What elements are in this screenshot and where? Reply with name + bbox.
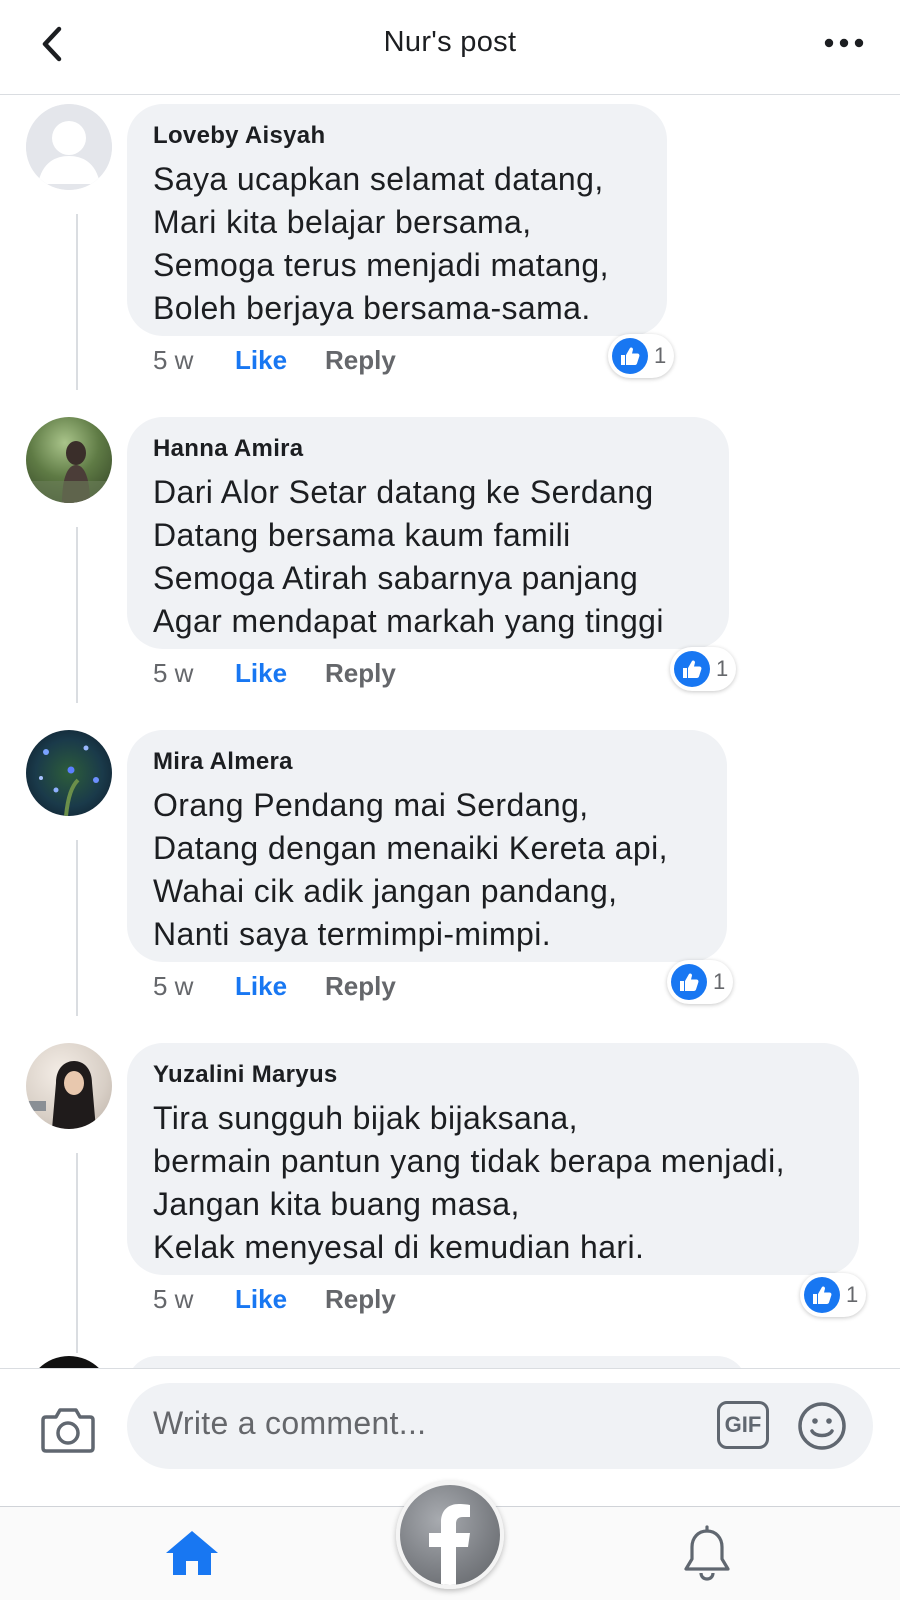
comment-text-line: Mari kita belajar bersama, [153,204,532,240]
user-photo-icon [26,441,112,503]
avatar[interactable] [26,417,112,503]
reaction-count: 1 [713,969,726,994]
comment-text-line: Jangan kita buang masa, [153,1186,520,1222]
comment-bubble[interactable]: Loveby Aisyah Saya ucapkan selamat datan… [127,104,667,336]
default-avatar-icon [26,104,112,190]
comment-actions: 5 w Like Reply [153,345,396,376]
comment-input-placeholder: Write a comment... [153,1405,427,1441]
comment-text-line: Boleh berjaya bersama-sama. [153,290,591,326]
comment-author[interactable]: Loveby Aisyah [153,122,641,150]
comment-item: Yuzalini Maryus Tira sungguh bijak bijak… [0,1043,900,1353]
comment-text-line: Agar mendapat markah yang tinggi [153,603,664,639]
thread-line [76,1153,78,1353]
comment-actions: 5 w Like Reply [153,971,396,1002]
gif-button[interactable]: GIF [717,1401,769,1449]
reaction-badge[interactable]: 1 [667,960,734,1004]
comment-bubble[interactable] [127,1356,747,1368]
comment-author[interactable]: Mira Almera [153,748,701,776]
thread-line [76,840,78,1016]
comment-actions: 5 w Like Reply [153,658,396,689]
nav-facebook-button[interactable] [396,1481,504,1589]
like-button[interactable]: Like [235,971,325,1002]
comment-author[interactable]: Hanna Amira [153,435,703,463]
reaction-count: 1 [654,343,667,368]
reply-button[interactable]: Reply [325,345,396,376]
thread-line [76,527,78,703]
comment-text-line: Datang bersama kaum famili [153,517,571,553]
comment-text-line: bermain pantun yang tidak berapa menjadi… [153,1143,785,1179]
like-button[interactable]: Like [235,345,325,376]
reaction-count: 1 [846,1282,859,1307]
reaction-badge[interactable]: 1 [800,1273,867,1317]
like-button[interactable]: Like [235,1284,325,1315]
gif-icon: GIF [724,1412,762,1437]
thumbs-up-icon [674,651,710,687]
comment-text-line: Dari Alor Setar datang ke Serdang [153,474,654,510]
top-bar: Nur's post [0,0,900,95]
reply-button[interactable]: Reply [325,1284,396,1315]
comment-time: 5 w [153,658,194,688]
user-photo-icon [26,1061,96,1129]
comment-text-line: Semoga terus menjadi matang, [153,247,609,283]
comment-author[interactable]: Yuzalini Maryus [153,1061,833,1089]
comment-time: 5 w [153,1284,194,1314]
more-dots-icon [824,38,864,48]
comment-time: 5 w [153,971,194,1001]
comment-item: Loveby Aisyah Saya ucapkan selamat datan… [0,104,900,404]
thread-line [76,214,78,390]
thumbs-up-icon [612,338,648,374]
comment-item: Mira Almera Orang Pendang mai Serdang, D… [0,730,900,1030]
more-options-button[interactable] [822,30,866,56]
reply-button[interactable]: Reply [325,971,396,1002]
comment-bubble[interactable]: Mira Almera Orang Pendang mai Serdang, D… [127,730,727,962]
like-button[interactable]: Like [235,658,325,689]
comment-text-line: Saya ucapkan selamat datang, [153,161,604,197]
comment-item: Hanna Amira Dari Alor Setar datang ke Se… [0,417,900,717]
page-title: Nur's post [383,26,517,58]
comment-text-line: Orang Pendang mai Serdang, [153,787,589,823]
emoji-icon [798,1402,846,1450]
thumbs-up-icon [671,964,707,1000]
user-photo-icon [39,745,99,816]
bottom-nav [0,1481,900,1600]
nav-home-tab[interactable] [164,1527,220,1579]
camera-icon [41,1408,95,1453]
comment-input[interactable]: Write a comment... GIF [127,1383,873,1469]
comment-text-line: Nanti saya termimpi-mimpi. [153,916,552,952]
comment-text-line: Kelak menyesal di kemudian hari. [153,1229,645,1265]
avatar[interactable] [26,104,112,190]
comment-bubble[interactable]: Hanna Amira Dari Alor Setar datang ke Se… [127,417,729,649]
avatar[interactable] [26,1043,112,1129]
comment-actions: 5 w Like Reply [153,1284,396,1315]
facebook-icon [429,1504,470,1585]
comment-bubble[interactable]: Yuzalini Maryus Tira sungguh bijak bijak… [127,1043,859,1275]
camera-button[interactable] [40,1405,96,1457]
avatar[interactable] [26,730,112,816]
comment-time: 5 w [153,345,194,375]
comment-list: Loveby Aisyah Saya ucapkan selamat datan… [0,96,900,1368]
reaction-badge[interactable]: 1 [608,334,675,378]
avatar[interactable] [26,1356,112,1368]
nav-notifications-tab[interactable] [680,1525,734,1583]
bell-icon [684,1525,730,1581]
reaction-count: 1 [716,656,729,681]
comment-text-line: Tira sungguh bijak bijaksana, [153,1100,578,1136]
comment-item-partial [0,1356,900,1368]
home-icon [166,1531,218,1575]
emoji-button[interactable] [797,1401,847,1451]
reply-button[interactable]: Reply [325,658,396,689]
comment-text-line: Semoga Atirah sabarnya panjang [153,560,639,596]
thumbs-up-icon [804,1277,840,1313]
comment-text-line: Wahai cik adik jangan pandang, [153,873,618,909]
reaction-badge[interactable]: 1 [670,647,737,691]
comment-text-line: Datang dengan menaiki Kereta api, [153,830,668,866]
